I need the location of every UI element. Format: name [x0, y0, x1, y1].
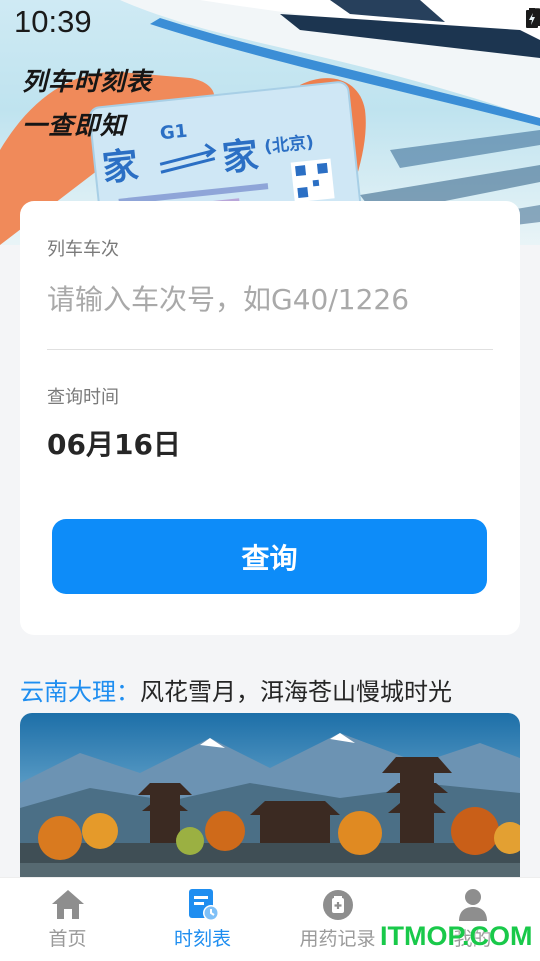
hero-title-line2: 一查即知 — [22, 111, 127, 140]
query-date-label: 查询时间 — [47, 387, 119, 408]
medicine-icon — [322, 890, 353, 920]
nav-timetable-label: 时刻表 — [173, 928, 231, 950]
battery-icon — [526, 8, 538, 28]
train-number-label: 列车车次 — [47, 239, 119, 260]
user-icon — [458, 889, 487, 921]
ticket-from: 家 — [100, 145, 141, 190]
ticket-train-code: G1 — [158, 120, 189, 145]
query-date-picker[interactable]: 06月16日 — [47, 423, 181, 463]
dali-landscape-image — [20, 713, 520, 883]
promo-separator: ： — [116, 678, 140, 706]
status-time: 10:39 — [14, 4, 92, 39]
promo-title: 云南大理：风花雪月，洱海苍山慢城时光 — [20, 672, 452, 707]
nav-home[interactable]: 首页 — [0, 878, 135, 961]
home-icon — [51, 890, 84, 919]
status-bar: 10:39 — [0, 0, 540, 44]
nav-timetable[interactable]: 时刻表 — [135, 878, 270, 961]
watermark: ITMOP.COM — [380, 921, 533, 951]
hero-title-line1: 列车时刻表 — [22, 67, 153, 96]
train-number-input[interactable] — [47, 279, 493, 319]
field-divider — [47, 349, 493, 350]
promo-place: 云南大理 — [20, 678, 116, 706]
nav-home-label: 首页 — [48, 928, 87, 950]
query-button[interactable]: 查询 — [52, 519, 487, 594]
ticket-to: 家 — [220, 135, 261, 180]
ticket-to-note: (北京) — [263, 132, 315, 158]
promo-image-dali[interactable] — [20, 713, 520, 883]
promo-tagline: 风花雪月，洱海苍山慢城时光 — [140, 678, 452, 706]
timetable-icon — [188, 889, 219, 921]
search-card: 列车车次 查询时间 06月16日 查询 — [20, 201, 520, 635]
